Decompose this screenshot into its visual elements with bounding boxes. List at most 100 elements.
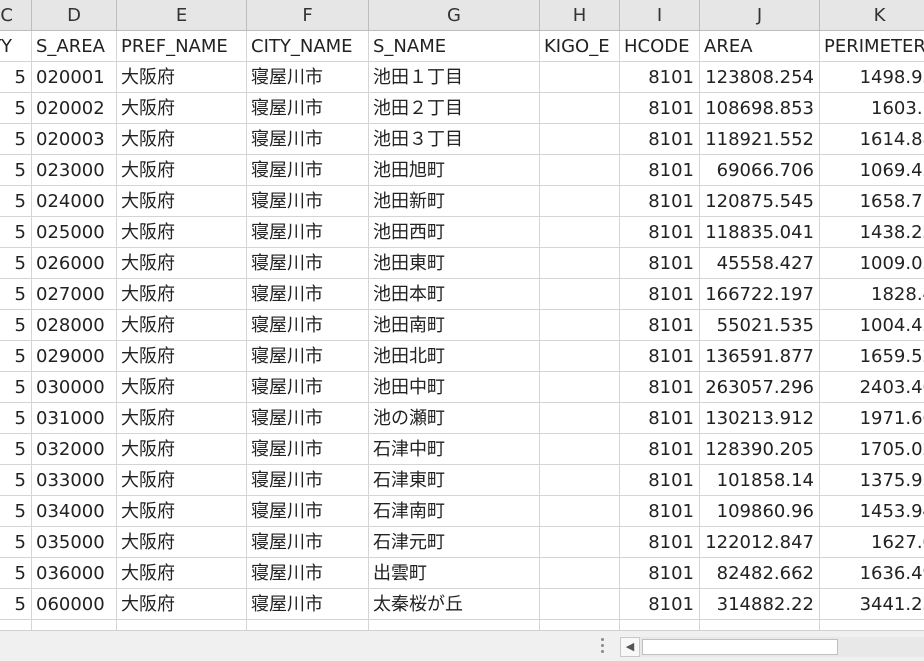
table-cell[interactable]: 寝屋川市 xyxy=(247,372,369,403)
table-cell[interactable]: 寝屋川市 xyxy=(247,248,369,279)
table-cell[interactable]: 5 xyxy=(0,434,32,465)
table-cell[interactable]: 1659.52 xyxy=(820,341,924,372)
table-cell[interactable]: 1069.45 xyxy=(820,155,924,186)
table-cell[interactable] xyxy=(540,93,620,124)
table-cell[interactable]: 5 xyxy=(0,248,32,279)
table-cell[interactable] xyxy=(540,372,620,403)
triangle-left-icon[interactable]: ◀ xyxy=(620,637,640,657)
table-cell[interactable]: 027000 xyxy=(32,279,117,310)
table-cell[interactable] xyxy=(540,217,620,248)
table-cell[interactable]: 大阪府 xyxy=(117,558,247,589)
table-cell[interactable]: 1004.43 xyxy=(820,310,924,341)
table-cell[interactable]: 8101 xyxy=(620,310,700,341)
table-cell[interactable]: 026000 xyxy=(32,248,117,279)
table-cell[interactable]: 大阪府 xyxy=(117,62,247,93)
table-cell[interactable]: 1498.93 xyxy=(820,62,924,93)
table-cell[interactable]: 寝屋川市 xyxy=(247,589,369,620)
table-cell[interactable]: 池田北町 xyxy=(369,341,540,372)
table-cell[interactable] xyxy=(620,620,700,630)
field-header-cell[interactable]: HCODE xyxy=(620,31,700,62)
table-cell[interactable]: 寝屋川市 xyxy=(247,124,369,155)
table-cell[interactable]: 寝屋川市 xyxy=(247,186,369,217)
table-cell[interactable]: 263057.296 xyxy=(700,372,820,403)
table-cell[interactable]: 101858.14 xyxy=(700,465,820,496)
table-cell[interactable]: 大阪府 xyxy=(117,93,247,124)
table-cell[interactable]: 166722.197 xyxy=(700,279,820,310)
table-cell[interactable]: 石津元町 xyxy=(369,527,540,558)
table-cell[interactable]: 石津南町 xyxy=(369,496,540,527)
table-cell[interactable]: 118921.552 xyxy=(700,124,820,155)
table-cell[interactable]: 1627.0 xyxy=(820,527,924,558)
table-cell[interactable]: 大阪府 xyxy=(117,155,247,186)
table-cell[interactable]: 池田新町 xyxy=(369,186,540,217)
table-cell[interactable]: 寝屋川市 xyxy=(247,496,369,527)
table-cell[interactable]: 寝屋川市 xyxy=(247,403,369,434)
table-cell[interactable]: 大阪府 xyxy=(117,465,247,496)
table-cell[interactable] xyxy=(540,341,620,372)
table-cell[interactable] xyxy=(540,589,620,620)
table-cell[interactable]: 82482.662 xyxy=(700,558,820,589)
table-cell[interactable] xyxy=(540,403,620,434)
table-cell[interactable]: 2403.46 xyxy=(820,372,924,403)
table-cell[interactable]: 8101 xyxy=(620,93,700,124)
table-cell[interactable]: 池田本町 xyxy=(369,279,540,310)
table-cell[interactable]: 池の瀬町 xyxy=(369,403,540,434)
table-cell[interactable]: 314882.22 xyxy=(700,589,820,620)
table-cell[interactable]: 5 xyxy=(0,372,32,403)
field-header-cell[interactable]: CITY_NAME xyxy=(247,31,369,62)
table-cell[interactable]: 028000 xyxy=(32,310,117,341)
table-cell[interactable]: 136591.877 xyxy=(700,341,820,372)
table-cell[interactable]: 109860.96 xyxy=(700,496,820,527)
table-cell[interactable]: 036000 xyxy=(32,558,117,589)
table-cell[interactable]: 8101 xyxy=(620,434,700,465)
table-cell[interactable]: 8101 xyxy=(620,279,700,310)
table-cell[interactable] xyxy=(540,434,620,465)
table-cell[interactable] xyxy=(32,620,117,630)
table-cell[interactable]: 5 xyxy=(0,465,32,496)
table-cell[interactable]: 020001 xyxy=(32,62,117,93)
table-cell[interactable]: 029000 xyxy=(32,341,117,372)
table-cell[interactable] xyxy=(540,620,620,630)
vertical-dots-icon[interactable] xyxy=(598,638,608,654)
table-cell[interactable]: 8101 xyxy=(620,527,700,558)
column-header-c[interactable]: C xyxy=(0,0,32,31)
table-cell[interactable]: 大阪府 xyxy=(117,341,247,372)
table-cell[interactable]: 8101 xyxy=(620,465,700,496)
table-cell[interactable]: 大阪府 xyxy=(117,124,247,155)
table-cell[interactable]: 5 xyxy=(0,93,32,124)
table-cell[interactable]: 太秦桜が丘 xyxy=(369,589,540,620)
table-cell[interactable]: 寝屋川市 xyxy=(247,217,369,248)
table-cell[interactable] xyxy=(369,620,540,630)
table-cell[interactable]: 大阪府 xyxy=(117,310,247,341)
table-cell[interactable]: 寝屋川市 xyxy=(247,558,369,589)
table-cell[interactable]: 寝屋川市 xyxy=(247,465,369,496)
table-cell[interactable] xyxy=(540,186,620,217)
table-cell[interactable]: 大阪府 xyxy=(117,372,247,403)
table-cell[interactable]: 120875.545 xyxy=(700,186,820,217)
table-cell[interactable]: 大阪府 xyxy=(117,496,247,527)
table-cell[interactable]: 寝屋川市 xyxy=(247,341,369,372)
table-cell[interactable]: 池田中町 xyxy=(369,372,540,403)
table-cell[interactable]: 035000 xyxy=(32,527,117,558)
column-header-i[interactable]: I xyxy=(620,0,700,31)
table-cell[interactable]: 寝屋川市 xyxy=(247,434,369,465)
table-cell[interactable]: 1453.94 xyxy=(820,496,924,527)
table-cell[interactable]: 池田旭町 xyxy=(369,155,540,186)
table-cell[interactable]: 大阪府 xyxy=(117,186,247,217)
table-cell[interactable]: 5 xyxy=(0,496,32,527)
table-cell[interactable]: 池田１丁目 xyxy=(369,62,540,93)
table-cell[interactable] xyxy=(540,310,620,341)
table-cell[interactable] xyxy=(540,465,620,496)
table-cell[interactable]: 1971.66 xyxy=(820,403,924,434)
table-cell[interactable]: 寝屋川市 xyxy=(247,310,369,341)
table-cell[interactable] xyxy=(540,155,620,186)
table-cell[interactable]: 5 xyxy=(0,558,32,589)
table-cell[interactable]: 1438.22 xyxy=(820,217,924,248)
table-cell[interactable]: 128390.205 xyxy=(700,434,820,465)
table-cell[interactable]: 寝屋川市 xyxy=(247,155,369,186)
table-cell[interactable]: 1603.1 xyxy=(820,93,924,124)
table-cell[interactable]: 池田南町 xyxy=(369,310,540,341)
scrollbar-track[interactable] xyxy=(640,637,924,657)
table-cell[interactable] xyxy=(0,620,32,630)
table-cell[interactable]: 8101 xyxy=(620,589,700,620)
